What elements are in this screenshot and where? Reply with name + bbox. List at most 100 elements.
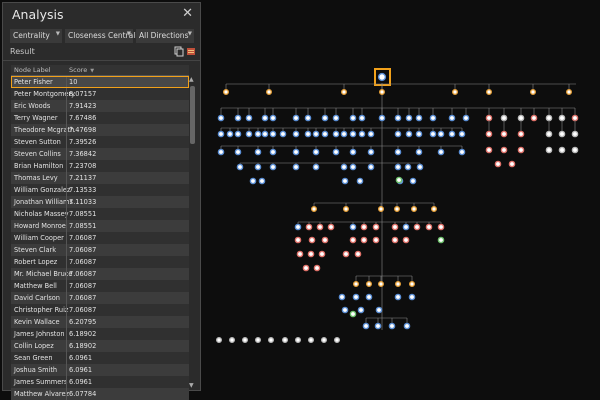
graph-node[interactable] — [358, 130, 366, 138]
graph-node[interactable] — [558, 114, 566, 122]
graph-node[interactable] — [416, 163, 424, 171]
table-row[interactable]: Theodore Mcgrath 7.47698 — [11, 124, 189, 136]
graph-node[interactable] — [394, 148, 402, 156]
table-row[interactable]: Eric Woods 7.91423 — [11, 100, 189, 112]
graph-node[interactable] — [437, 130, 445, 138]
graph-node[interactable] — [217, 130, 225, 138]
table-row[interactable]: David Carlson 7.06087 — [11, 292, 189, 304]
graph-node[interactable] — [292, 163, 300, 171]
graph-node[interactable] — [349, 114, 357, 122]
graph-node[interactable] — [485, 146, 493, 154]
graph-node[interactable] — [340, 88, 347, 95]
graph-node[interactable] — [500, 130, 508, 138]
graph-node[interactable] — [408, 293, 416, 301]
graph-node[interactable] — [394, 281, 401, 288]
graph-node[interactable] — [377, 281, 384, 288]
scrollbar-thumb[interactable] — [190, 86, 195, 144]
graph-node[interactable] — [357, 306, 365, 314]
graph-node[interactable] — [269, 163, 277, 171]
graph-node[interactable] — [391, 236, 399, 244]
graph-node[interactable] — [217, 148, 225, 156]
graph-node[interactable] — [458, 130, 466, 138]
graph-node[interactable] — [402, 223, 410, 231]
graph-node[interactable] — [430, 205, 437, 212]
table-row[interactable]: Collin Lopez 6.18902 — [11, 340, 189, 352]
graph-node[interactable] — [294, 337, 301, 344]
table-row[interactable]: Steven Clark 7.06087 — [11, 244, 189, 256]
graph-node[interactable] — [340, 130, 348, 138]
centrality-metric-dropdown[interactable]: Closeness Centrality ▼ — [65, 29, 145, 43]
table-row[interactable]: Christopher Ruiz 7.06087 — [11, 304, 189, 316]
table-row[interactable]: Sean Green 6.0961 — [11, 352, 189, 364]
table-row[interactable]: Thomas Levy 7.21137 — [11, 172, 189, 184]
table-scrollbar[interactable]: ▲ ▼ — [189, 76, 196, 390]
graph-node[interactable] — [365, 293, 373, 301]
graph-node[interactable] — [332, 130, 340, 138]
graph-node[interactable] — [245, 114, 253, 122]
graph-node[interactable] — [372, 223, 380, 231]
graph-node[interactable] — [254, 130, 262, 138]
graph-node[interactable] — [261, 130, 269, 138]
graph-node[interactable] — [405, 114, 413, 122]
graph-node[interactable] — [234, 130, 242, 138]
graph-node[interactable] — [425, 223, 433, 231]
graph-node[interactable] — [394, 293, 402, 301]
graph-node[interactable] — [320, 337, 327, 344]
graph-node[interactable] — [415, 130, 423, 138]
graph-node[interactable] — [458, 148, 466, 156]
graph-node[interactable] — [391, 223, 399, 231]
graph-node[interactable] — [485, 130, 493, 138]
graph-node[interactable] — [308, 236, 316, 244]
graph-node[interactable] — [215, 337, 222, 344]
graph-node[interactable] — [462, 114, 470, 122]
graph-node[interactable] — [269, 130, 277, 138]
graph-node[interactable] — [517, 146, 525, 154]
graph-node[interactable] — [269, 114, 277, 122]
graph-node[interactable] — [403, 322, 411, 330]
graph-node[interactable] — [415, 148, 423, 156]
graph-node[interactable] — [448, 114, 456, 122]
table-row[interactable]: Nicholas Massey 7.08551 — [11, 208, 189, 220]
graph-node[interactable] — [279, 130, 287, 138]
graph-node[interactable] — [362, 322, 370, 330]
scroll-down-icon[interactable]: ▼ — [189, 382, 194, 389]
graph-node[interactable] — [530, 114, 538, 122]
graph-node[interactable] — [338, 293, 346, 301]
graph-node[interactable] — [545, 114, 553, 122]
graph-node[interactable] — [388, 322, 396, 330]
graph-node[interactable] — [321, 236, 329, 244]
graph-node[interactable] — [378, 114, 386, 122]
graph-node[interactable] — [305, 223, 313, 231]
table-row[interactable]: Kevin Wallace 6.20795 — [11, 316, 189, 328]
graph-node[interactable] — [292, 114, 300, 122]
graph-node[interactable] — [321, 130, 329, 138]
table-row[interactable]: Joshua Smith 6.0961 — [11, 364, 189, 376]
graph-node[interactable] — [394, 163, 402, 171]
table-row[interactable]: Matthew Alvarez 6.07784 — [11, 388, 189, 400]
direction-dropdown[interactable]: All Directions ▼ — [136, 29, 194, 43]
table-row[interactable]: Steven Collins 7.36842 — [11, 148, 189, 160]
graph-node[interactable] — [310, 205, 317, 212]
graph-node[interactable] — [517, 114, 525, 122]
graph-node[interactable] — [352, 281, 359, 288]
graph-node[interactable] — [294, 236, 302, 244]
graph-node[interactable] — [451, 88, 458, 95]
analysis-type-dropdown[interactable]: Centrality ▼ — [10, 29, 62, 43]
graph-node[interactable] — [294, 223, 302, 231]
graph-node[interactable] — [281, 337, 288, 344]
graph-node[interactable] — [229, 337, 236, 344]
graph-node[interactable] — [234, 148, 242, 156]
graph-node[interactable] — [367, 163, 375, 171]
graph-node[interactable] — [352, 293, 360, 301]
graph-node[interactable] — [429, 114, 437, 122]
graph-node[interactable] — [258, 177, 266, 185]
graph-node[interactable] — [312, 148, 320, 156]
graph-node[interactable] — [349, 236, 357, 244]
graph-node[interactable] — [292, 148, 300, 156]
graph-node[interactable] — [217, 114, 225, 122]
graph-node[interactable] — [332, 148, 340, 156]
close-icon[interactable]: ✕ — [182, 6, 193, 21]
table-row[interactable]: Matthew Bell 7.06087 — [11, 280, 189, 292]
graph-node[interactable] — [374, 322, 382, 330]
graph-node[interactable] — [267, 337, 274, 344]
